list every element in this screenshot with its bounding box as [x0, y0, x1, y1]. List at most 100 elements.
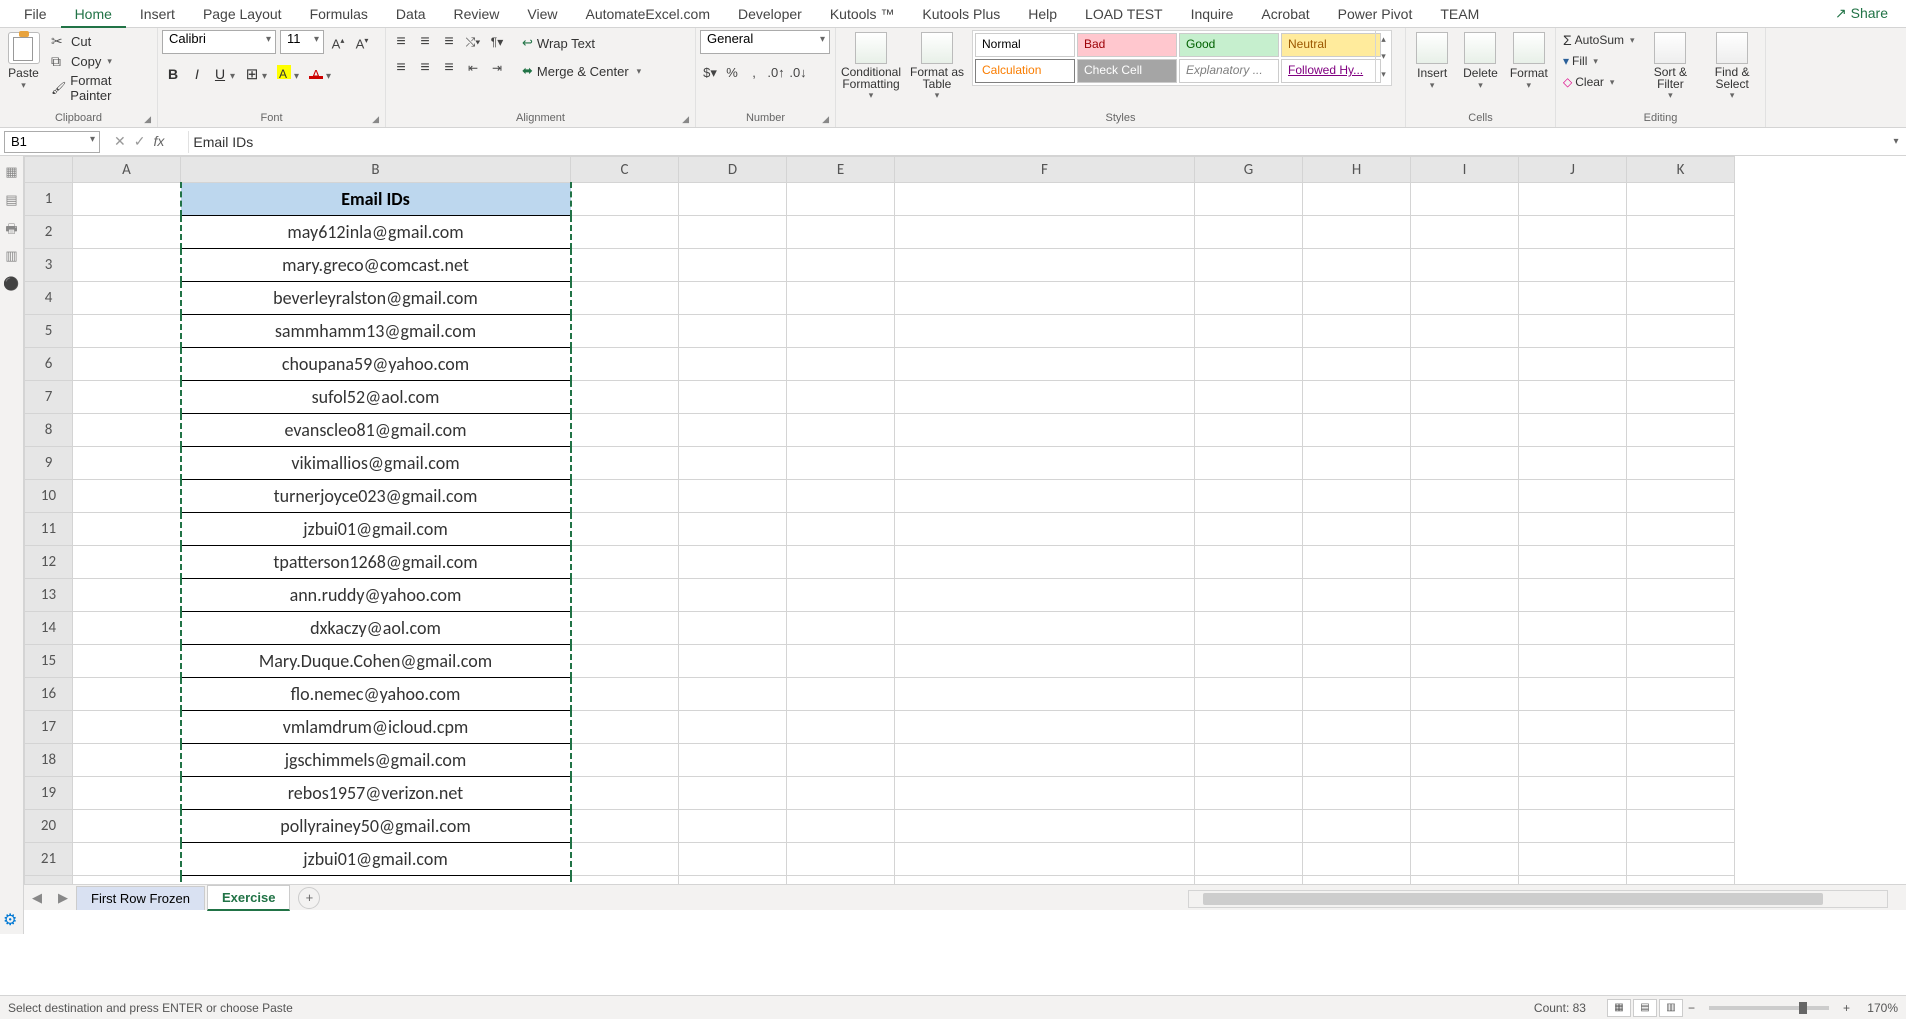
cell-F3[interactable]: [895, 249, 1195, 282]
cell-K14[interactable]: [1627, 612, 1735, 645]
cell-K5[interactable]: [1627, 315, 1735, 348]
cell-G17[interactable]: [1195, 711, 1303, 744]
cell-H13[interactable]: [1303, 579, 1411, 612]
cell-I8[interactable]: [1411, 414, 1519, 447]
row-header-21[interactable]: 21: [25, 843, 73, 876]
view-page-break-button[interactable]: ▥: [1659, 999, 1683, 1017]
cell-E17[interactable]: [787, 711, 895, 744]
row-header-20[interactable]: 20: [25, 810, 73, 843]
cell-D21[interactable]: [679, 843, 787, 876]
cut-button[interactable]: Cut: [47, 32, 153, 50]
cell-E10[interactable]: [787, 480, 895, 513]
tab-load-test[interactable]: LOAD TEST: [1071, 0, 1177, 28]
cell-K16[interactable]: [1627, 678, 1735, 711]
cell-A3[interactable]: [73, 249, 181, 282]
cell-B1[interactable]: Email IDs: [181, 183, 571, 216]
increase-font-button[interactable]: A▴: [328, 30, 348, 54]
cell-K12[interactable]: [1627, 546, 1735, 579]
col-header-J[interactable]: J: [1519, 157, 1627, 183]
cell-D9[interactable]: [679, 447, 787, 480]
cell-D12[interactable]: [679, 546, 787, 579]
decrease-indent-button[interactable]: ⇤: [462, 56, 484, 80]
cell-B8[interactable]: evanscleo81@gmail.com: [181, 414, 571, 447]
row-header-11[interactable]: 11: [25, 513, 73, 546]
cell-G11[interactable]: [1195, 513, 1303, 546]
style-neutral[interactable]: Neutral: [1281, 33, 1381, 57]
cell-F11[interactable]: [895, 513, 1195, 546]
cell-E12[interactable]: [787, 546, 895, 579]
cell-F8[interactable]: [895, 414, 1195, 447]
italic-button[interactable]: I: [186, 62, 208, 86]
cell-D5[interactable]: [679, 315, 787, 348]
merge-center-button[interactable]: Merge & Center▾: [518, 58, 645, 84]
row-header-18[interactable]: 18: [25, 744, 73, 777]
format-painter-button[interactable]: Format Painter: [47, 72, 153, 104]
cell-G3[interactable]: [1195, 249, 1303, 282]
cell-J5[interactable]: [1519, 315, 1627, 348]
row-header-8[interactable]: 8: [25, 414, 73, 447]
font-launcher[interactable]: ◢: [372, 112, 379, 126]
cell-J7[interactable]: [1519, 381, 1627, 414]
cell-A10[interactable]: [73, 480, 181, 513]
cell-D6[interactable]: [679, 348, 787, 381]
row-header-5[interactable]: 5: [25, 315, 73, 348]
cell-D16[interactable]: [679, 678, 787, 711]
col-header-G[interactable]: G: [1195, 157, 1303, 183]
cell-H5[interactable]: [1303, 315, 1411, 348]
cell-J9[interactable]: [1519, 447, 1627, 480]
text-direction-button[interactable]: ¶▾: [486, 30, 508, 54]
col-header-C[interactable]: C: [571, 157, 679, 183]
cell-F15[interactable]: [895, 645, 1195, 678]
cell-F7[interactable]: [895, 381, 1195, 414]
cell-A14[interactable]: [73, 612, 181, 645]
align-middle-button[interactable]: [414, 30, 436, 54]
view-page-layout-button[interactable]: ▤: [1633, 999, 1657, 1017]
cell-J8[interactable]: [1519, 414, 1627, 447]
style-followed-hyperlink[interactable]: Followed Hy...: [1281, 59, 1381, 83]
col-header-K[interactable]: K: [1627, 157, 1735, 183]
row-header-2[interactable]: 2: [25, 216, 73, 249]
cell-I20[interactable]: [1411, 810, 1519, 843]
cell-B13[interactable]: ann.ruddy@yahoo.com: [181, 579, 571, 612]
cell-F20[interactable]: [895, 810, 1195, 843]
font-size-select[interactable]: 11: [280, 30, 324, 54]
row-header-7[interactable]: 7: [25, 381, 73, 414]
cell-G9[interactable]: [1195, 447, 1303, 480]
cell-G13[interactable]: [1195, 579, 1303, 612]
cell-E16[interactable]: [787, 678, 895, 711]
col-header-B[interactable]: B: [181, 157, 571, 183]
copy-button[interactable]: Copy▾: [47, 52, 153, 70]
cell-H14[interactable]: [1303, 612, 1411, 645]
zoom-slider[interactable]: [1709, 1006, 1829, 1010]
cell-K20[interactable]: [1627, 810, 1735, 843]
cell-J6[interactable]: [1519, 348, 1627, 381]
cell-G21[interactable]: [1195, 843, 1303, 876]
find-select-button[interactable]: Find & Select▾: [1703, 30, 1761, 101]
cell-K17[interactable]: [1627, 711, 1735, 744]
row-header-9[interactable]: 9: [25, 447, 73, 480]
sidebar-icon-1[interactable]: ▦: [2, 164, 22, 184]
cell-E9[interactable]: [787, 447, 895, 480]
cancel-formula-button[interactable]: ✕: [114, 133, 126, 150]
cell-K13[interactable]: [1627, 579, 1735, 612]
cell-C7[interactable]: [571, 381, 679, 414]
cell-G1[interactable]: [1195, 183, 1303, 216]
number-launcher[interactable]: ◢: [822, 112, 829, 126]
cell-G4[interactable]: [1195, 282, 1303, 315]
formula-input[interactable]: Email IDs: [188, 131, 1886, 153]
cell-F2[interactable]: [895, 216, 1195, 249]
share-button[interactable]: Share: [1827, 5, 1896, 22]
sidebar-icon-3[interactable]: 🖶: [2, 220, 22, 240]
cell-E19[interactable]: [787, 777, 895, 810]
tab-developer[interactable]: Developer: [724, 0, 816, 28]
col-header-D[interactable]: D: [679, 157, 787, 183]
cell-F6[interactable]: [895, 348, 1195, 381]
cell-B3[interactable]: mary.greco@comcast.net: [181, 249, 571, 282]
cell-F10[interactable]: [895, 480, 1195, 513]
delete-cells-button[interactable]: Delete▾: [1458, 30, 1502, 91]
clipboard-launcher[interactable]: ◢: [144, 112, 151, 126]
cell-G10[interactable]: [1195, 480, 1303, 513]
cell-B14[interactable]: dxkaczy@aol.com: [181, 612, 571, 645]
sidebar-icon-5[interactable]: ⚫: [2, 276, 22, 296]
cell-A13[interactable]: [73, 579, 181, 612]
